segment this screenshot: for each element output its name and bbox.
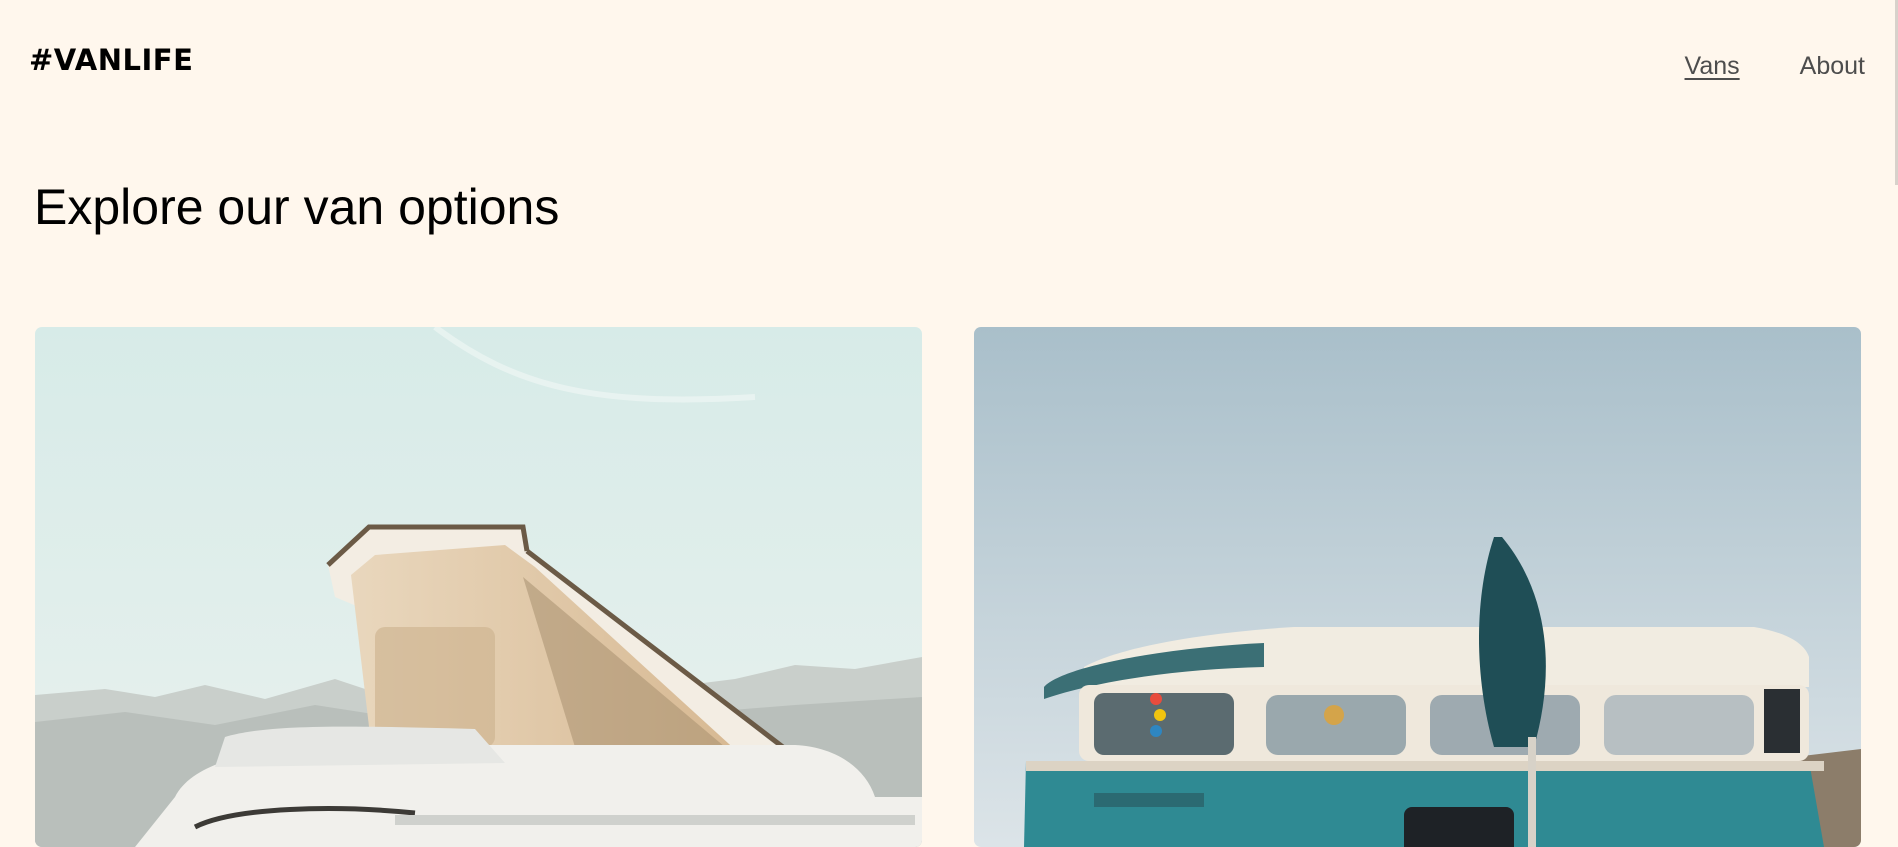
site-header: #VANLIFE Vans About [0, 0, 1898, 136]
van-card-2[interactable] [974, 327, 1861, 847]
nav-link-about[interactable]: About [1800, 54, 1865, 79]
van-grid [35, 327, 1861, 847]
van-photo-popup-camper [35, 327, 922, 847]
van-card-1[interactable] [35, 327, 922, 847]
nav-link-vans[interactable]: Vans [1685, 54, 1740, 79]
van-photo-teal-bus [974, 327, 1861, 847]
logo-link[interactable]: #VANLIFE [29, 46, 193, 75]
page-title: Explore our van options [34, 179, 560, 235]
main-nav: Vans About [1685, 54, 1865, 79]
